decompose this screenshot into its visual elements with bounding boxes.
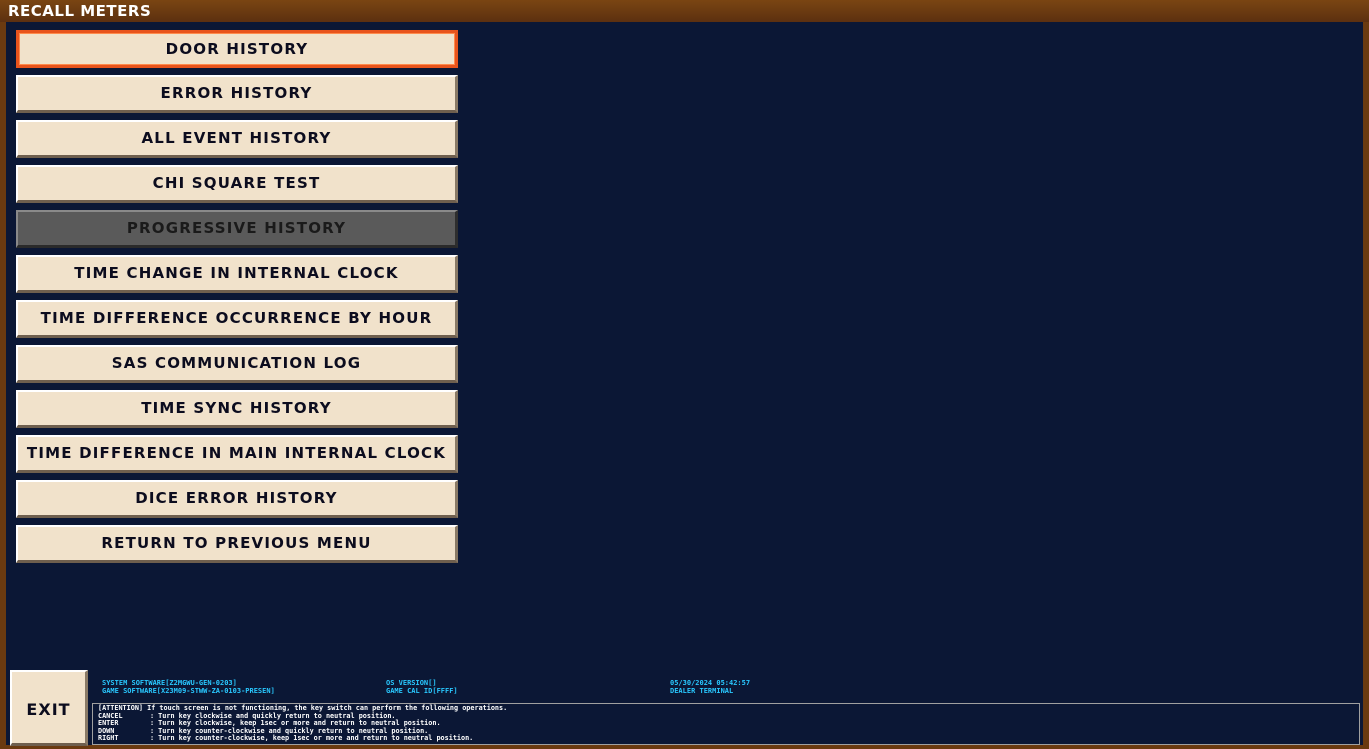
time-sync-history-button[interactable]: TIME SYNC HISTORY <box>16 390 458 428</box>
return-to-previous-menu-button[interactable]: RETURN TO PREVIOUS MENU <box>16 525 458 563</box>
system-software-text: SYSTEM SOFTWARE[Z2MGWU-GEN-0203] <box>102 679 237 687</box>
datetime-text: 05/30/2024 05:42:57 <box>670 679 751 687</box>
door-history-button[interactable]: DOOR HISTORY <box>16 30 458 68</box>
terminal-text: DEALER TERMINAL <box>670 687 734 695</box>
window-title: RECALL METERS <box>0 0 1369 22</box>
time-difference-main-clock-button[interactable]: TIME DIFFERENCE IN MAIN INTERNAL CLOCK <box>16 435 458 473</box>
time-change-internal-clock-button[interactable]: TIME CHANGE IN INTERNAL CLOCK <box>16 255 458 293</box>
os-version-text: OS VERSION[] <box>386 679 437 687</box>
datetime-info: 05/30/2024 05:42:57 DEALER TERMINAL <box>670 679 750 695</box>
attention-panel: [ATTENTION] If touch screen is not funct… <box>92 703 1360 745</box>
version-info: OS VERSION[] GAME CAL ID[FFFF] <box>386 679 458 695</box>
exit-button[interactable]: EXIT <box>10 670 88 746</box>
game-cal-id-text: GAME CAL ID[FFFF] <box>386 687 458 695</box>
sas-communication-log-button[interactable]: SAS COMMUNICATION LOG <box>16 345 458 383</box>
error-history-button[interactable]: ERROR HISTORY <box>16 75 458 113</box>
progressive-history-button: PROGRESSIVE HISTORY <box>16 210 458 248</box>
game-software-text: GAME SOFTWARE[X23M09-STWW-ZA-0103-PRESEN… <box>102 687 275 695</box>
attention-row: RIGHT : Turn key counter-clockwise, keep … <box>98 735 1359 743</box>
recall-meters-menu: DOOR HISTORY ERROR HISTORY ALL EVENT HIS… <box>16 30 458 570</box>
attention-desc: : Turn key counter-clockwise, keep 1sec … <box>150 734 474 743</box>
all-event-history-button[interactable]: ALL EVENT HISTORY <box>16 120 458 158</box>
attention-key: RIGHT <box>98 734 119 743</box>
chi-square-test-button[interactable]: CHI SQUARE TEST <box>16 165 458 203</box>
dice-error-history-button[interactable]: DICE ERROR HISTORY <box>16 480 458 518</box>
software-info: SYSTEM SOFTWARE[Z2MGWU-GEN-0203] GAME SO… <box>102 679 275 695</box>
time-difference-by-hour-button[interactable]: TIME DIFFERENCE OCCURRENCE BY HOUR <box>16 300 458 338</box>
